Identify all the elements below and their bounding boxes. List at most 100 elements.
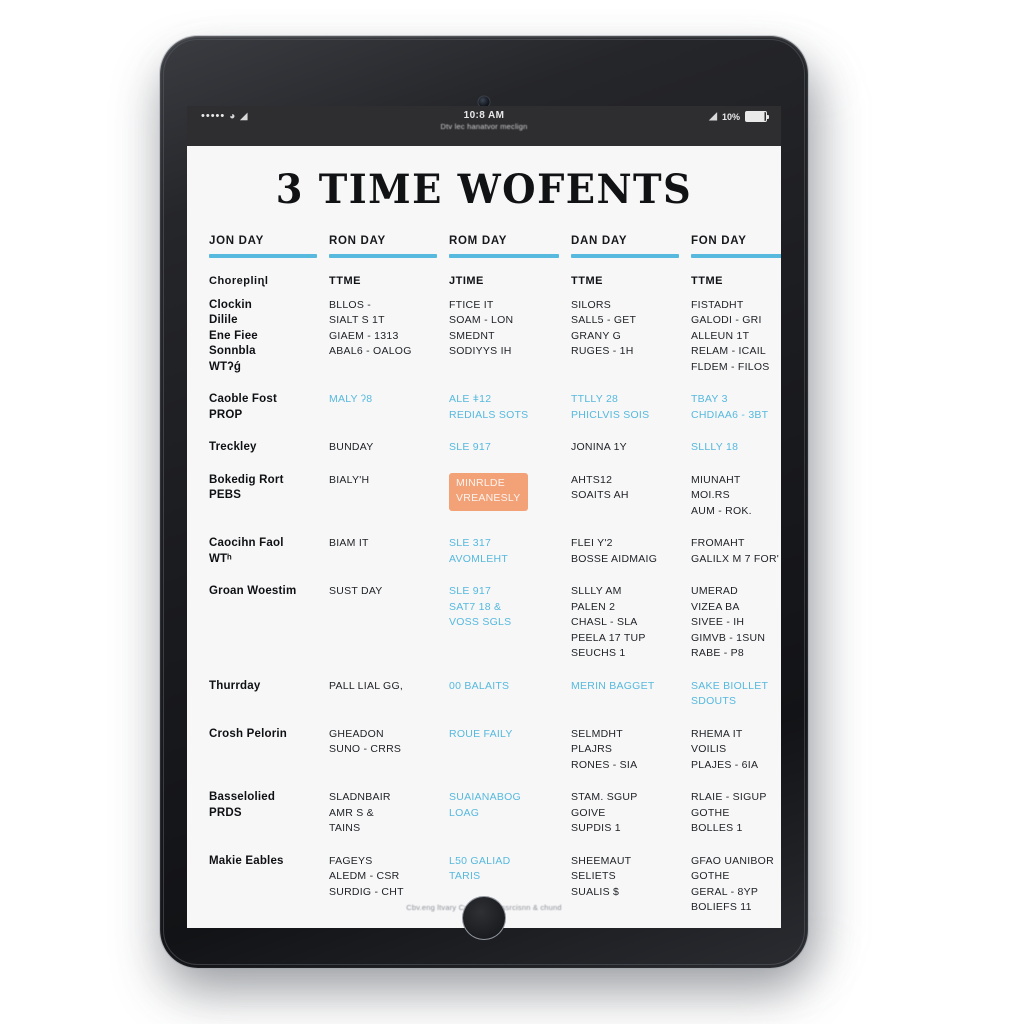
cell-line: SALL5 - GET xyxy=(571,314,637,326)
cell-line: Groan Woestim xyxy=(209,585,297,597)
cell-line: RHEMA IT xyxy=(691,727,743,740)
cell-r3-c2[interactable]: MINRLDE VREANESLY xyxy=(449,472,559,537)
cell-r5-c0[interactable]: Groan Woestim xyxy=(209,584,317,679)
cell-r0-c4[interactable]: TTME FISTADHT GALODI - GRI ALLEUN 1T RELAM -… xyxy=(691,274,781,392)
cell-line: FAGEYS xyxy=(329,854,373,867)
cell-line: MALY ʔ8 xyxy=(329,393,373,405)
cell-r7-c2[interactable]: ROUE FAILY xyxy=(449,727,559,791)
cell-line: MIUNAHT xyxy=(691,473,741,486)
cell-r1-c1[interactable]: MALY ʔ8 xyxy=(329,392,437,440)
cell-line: SLADNBAIR xyxy=(329,791,391,803)
cell-r2-c4[interactable]: SLLLY 18 xyxy=(691,440,781,473)
cell-r5-c3[interactable]: SLLLY AM PALEN 2 CHASL - SLA PEELA 17 TUP SE… xyxy=(571,584,679,679)
cell-r6-c1[interactable]: PALL LIAL GG, xyxy=(329,679,437,727)
cell-line: GFAO UANIBOR xyxy=(691,854,774,867)
cell-line: 00 BALAITS xyxy=(449,679,510,692)
cell-r0-c2[interactable]: JTIME FTICE IT SOAM - LON SMEDNT SODIYYS IH xyxy=(449,274,559,392)
status-bar-center: 10:8 AM Dtv lec hanatvor meclign xyxy=(187,110,781,131)
cell-content: Crosh Pelorin xyxy=(209,727,317,743)
cell-r3-c3[interactable]: AHTS12 SOAITS AH xyxy=(571,473,679,537)
cell-content: Thurrday xyxy=(209,679,317,695)
cell-r4-c4[interactable]: FROMAHT GALILX M 7 FOR' xyxy=(691,536,781,584)
cell-r2-c3[interactable]: JONINA 1Y xyxy=(571,440,679,473)
cell-r3-c1[interactable]: BIALY'H xyxy=(329,473,437,537)
cell-r2-c1[interactable]: BUNDAY xyxy=(329,440,437,473)
cell-line: RABE - P8 xyxy=(691,647,745,659)
cell-line: AMR S & xyxy=(329,806,374,819)
cell-r7-c0[interactable]: Crosh Pelorin xyxy=(209,727,317,791)
cell-content: UMERAD VIZEA BA SIVEE - IH GIMVB - 1SUN RABE… xyxy=(691,584,781,662)
cell-line: SIVEE - IH xyxy=(691,616,745,628)
cell-line: FTICE IT xyxy=(449,298,494,311)
cell-r7-c1[interactable]: GHEADON SUNO - CRRS xyxy=(329,727,437,791)
cell-r8-c2[interactable]: SUAIANABOG LOAG xyxy=(449,790,559,854)
cell-content: TTME SILORS SALL5 - GET GRANY G RUGES - 1H xyxy=(571,274,679,360)
cell-content: SLLLY AM PALEN 2 CHASL - SLA PEELA 17 TUP SE… xyxy=(571,584,679,662)
cell-r8-c1[interactable]: SLADNBAIR AMR S & TAINS xyxy=(329,790,437,854)
cell-r0-c1[interactable]: TTME BLLOS - SIALT S 1T GIAEM - 1313 ABAL6 -… xyxy=(329,274,437,392)
cell-line: FLEI Y'2 xyxy=(571,537,613,549)
cell-r2-c0[interactable]: Treckley xyxy=(209,440,317,473)
status-bar-right: ◢ 10% xyxy=(709,111,769,122)
cell-r6-c0[interactable]: Thurrday xyxy=(209,679,317,727)
cell-r5-c2[interactable]: SLE 917 SAT7 18 & VOSS SGLS xyxy=(449,584,559,679)
wifi-signal-icon: ◢ xyxy=(709,111,717,122)
cell-content: Chorepliɳl Clockin Dilile Ene Fiee Sonnbla WT… xyxy=(209,274,317,375)
cell-r9-c3[interactable]: SHEEMAUT SELIETS SUALIS $ xyxy=(571,854,679,929)
cell-line: VIZEA BA xyxy=(691,600,740,613)
cell-r8-c0[interactable]: Basselolied PRDS xyxy=(209,790,317,854)
cell-r1-c4[interactable]: TBAY 3 CHDIAA6 - 3BT xyxy=(691,392,781,440)
cell-line: VOSS SGLS xyxy=(449,616,512,628)
cell-r9-c4[interactable]: GFAO UANIBOR GOTHE GERAL - 8YP BOLIEFS 11 xyxy=(691,854,781,929)
cell-r1-c3[interactable]: TTLLY 28 PHICLVIS SOIS xyxy=(571,392,679,440)
cell-r4-c2[interactable]: SLE 317 AVOMLEHT xyxy=(449,536,559,584)
highlighted-entry[interactable]: MINRLDE VREANESLY xyxy=(449,472,528,511)
cell-content: RHEMA IT VOILIS PLAJES - 6IA xyxy=(691,727,781,774)
cell-r4-c1[interactable]: BIAM IT xyxy=(329,536,437,584)
cell-line: STAM. SGUP xyxy=(571,791,638,803)
cell-line: Treckley xyxy=(209,441,257,453)
cell-r0-c0[interactable]: Chorepliɳl Clockin Dilile Ene Fiee Sonnbla WT… xyxy=(209,274,317,392)
cell-content: SLE 917 SAT7 18 & VOSS SGLS xyxy=(449,584,559,631)
cell-r9-c0[interactable]: Makie Eables xyxy=(209,854,317,929)
cell-line: VREANESLY xyxy=(456,492,521,504)
scene: ••••• ◕ ◢ 10:8 AM Dtv lec hanatvor mecli… xyxy=(0,0,1024,1024)
cell-content: BIALY'H xyxy=(329,473,437,489)
cell-r5-c1[interactable]: SUST DAY xyxy=(329,584,437,679)
cell-content: Caocihn Faol WTʰ xyxy=(209,536,317,567)
cell-r9-c1[interactable]: FAGEYS ALEDM - CSR SURDIG - CHT xyxy=(329,854,437,929)
cell-r7-c4[interactable]: RHEMA IT VOILIS PLAJES - 6IA xyxy=(691,727,781,791)
cell-content: JONINA 1Y xyxy=(571,440,679,456)
cell-line: TAINS xyxy=(329,822,361,834)
cell-r4-c0[interactable]: Caocihn Faol WTʰ xyxy=(209,536,317,584)
cell-content: TBAY 3 CHDIAA6 - 3BT xyxy=(691,392,781,423)
cell-r6-c3[interactable]: MERIN BAGGET xyxy=(571,679,679,727)
cell-line: SODIYYS IH xyxy=(449,345,512,357)
cell-r3-c0[interactable]: Bokedig Rort PEBS xyxy=(209,473,317,537)
column-underline-2 xyxy=(449,254,559,258)
cell-r3-c4[interactable]: MIUNAHT MOI.RS AUM - ROK. xyxy=(691,473,781,537)
home-button-icon[interactable] xyxy=(462,896,506,940)
cell-r8-c4[interactable]: RLAIE - SIGUP GOTHE BOLLES 1 xyxy=(691,790,781,854)
cell-r1-c2[interactable]: ALE ǂ12 REDIALS SOTS xyxy=(449,392,559,440)
cell-line: Sonnbla xyxy=(209,345,256,357)
cell-r6-c2[interactable]: 00 BALAITS xyxy=(449,679,559,727)
cell-line: SAKE BIOLLET xyxy=(691,679,769,692)
cell-line: GRANY G xyxy=(571,329,621,342)
cell-line: PALL LIAL GG, xyxy=(329,679,404,692)
cell-line: GALILX M 7 FOR' xyxy=(691,552,780,565)
cell-r2-c2[interactable]: SLE 917 xyxy=(449,440,559,473)
cell-r8-c3[interactable]: STAM. SGUP GOIVE SUPDIS 1 xyxy=(571,790,679,854)
cell-r5-c4[interactable]: UMERAD VIZEA BA SIVEE - IH GIMVB - 1SUN RABE… xyxy=(691,584,781,679)
cell-content: Basselolied PRDS xyxy=(209,790,317,821)
cell-r1-c0[interactable]: Caoble Fost PROP xyxy=(209,392,317,440)
cell-r0-c3[interactable]: TTME SILORS SALL5 - GET GRANY G RUGES - 1H xyxy=(571,274,679,392)
cell-content: Bokedig Rort PEBS xyxy=(209,473,317,504)
carrier-icon: ◕ xyxy=(229,111,236,122)
cell-r4-c3[interactable]: FLEI Y'2 BOSSE AIDMAIG xyxy=(571,536,679,584)
cell-content: AHTS12 SOAITS AH xyxy=(571,473,679,504)
cell-r7-c3[interactable]: SELMDHT PLAJRS RONES - SIA xyxy=(571,727,679,791)
cell-r6-c4[interactable]: SAKE BIOLLET SDOUTS xyxy=(691,679,781,727)
